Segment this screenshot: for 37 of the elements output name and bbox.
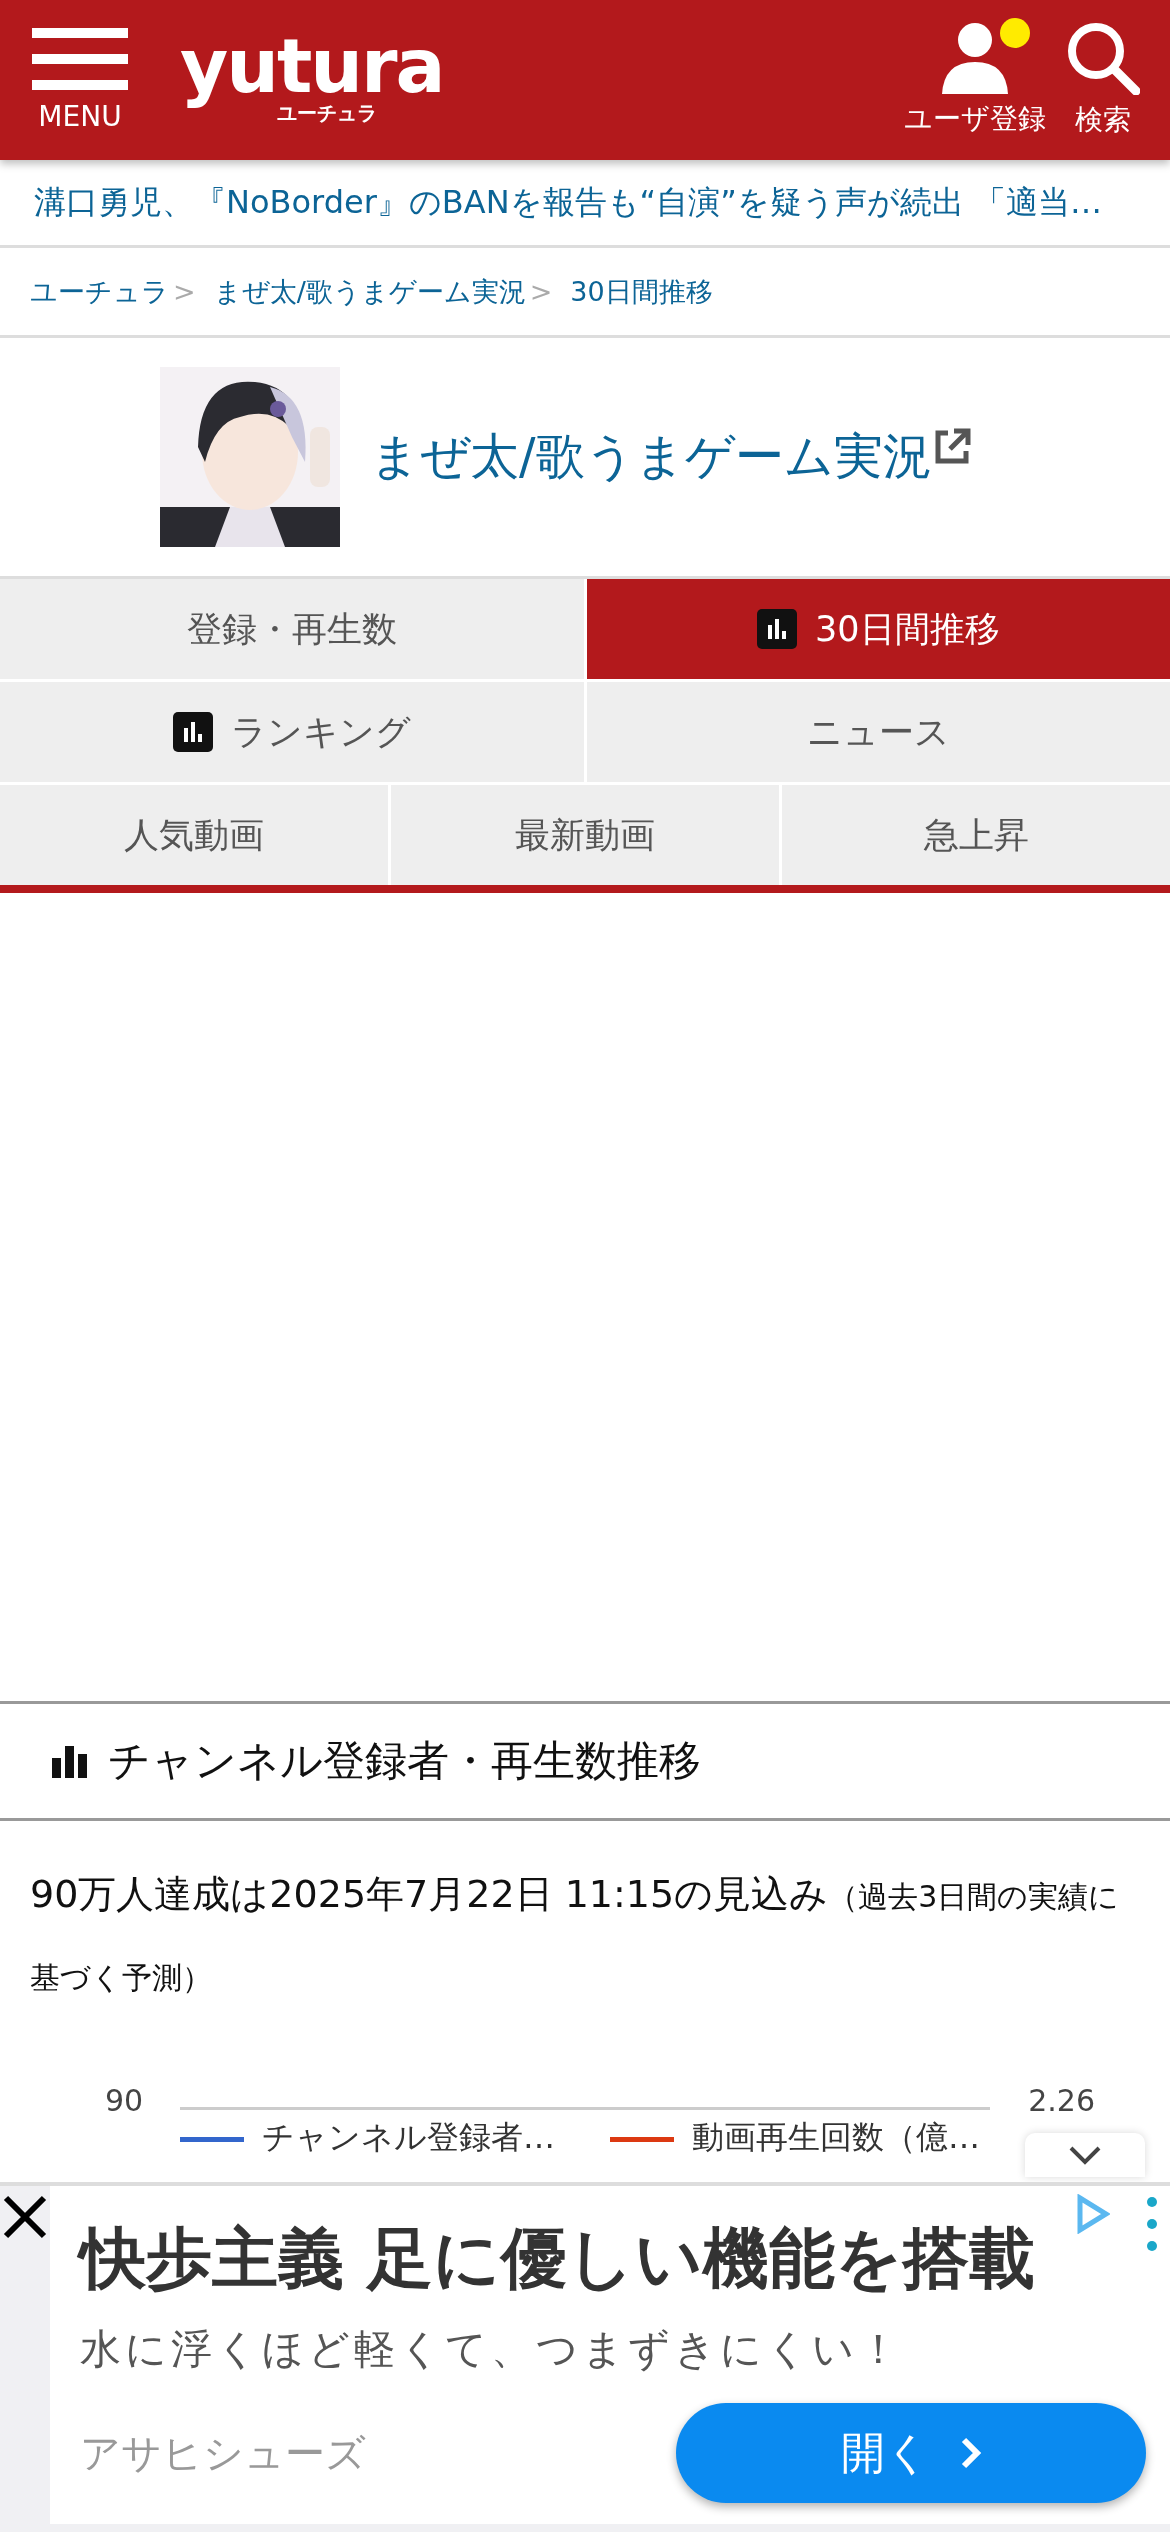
prediction-text: 90万人達成は2025年7月22日 11:15の見込み（過去3日間の実績に基づく予測）: [29, 1871, 1121, 1997]
ad-advertiser: アサヒシューズ: [80, 2428, 366, 2478]
menu-button[interactable]: MENU: [30, 27, 130, 133]
nav-tab[interactable]: 急上昇: [782, 785, 1170, 885]
nav-tab[interactable]: 30日間推移: [586, 579, 1170, 679]
bar-chart-icon: [52, 1744, 88, 1778]
nav-tab[interactable]: 登録・再生数: [0, 579, 584, 679]
user-register-button[interactable]: ユーザ登録: [894, 22, 1056, 138]
ad-card[interactable]: 快歩主義 足に優しい機能を搭載 水に浮くほど軽くて、つまずきにくい！ アサヒシューズ 開く: [50, 2186, 1170, 2524]
breadcrumb-separator: >: [173, 276, 196, 307]
collapse-button[interactable]: [1025, 2133, 1145, 2177]
breadcrumb-separator: >: [529, 276, 553, 307]
person-icon: [940, 22, 1010, 94]
search-icon: [1066, 21, 1140, 95]
axis-tick: 90: [105, 2083, 144, 2118]
chevron-right-icon: [959, 2436, 982, 2470]
breadcrumb-link[interactable]: 30日間推移: [570, 273, 713, 310]
news-ticker-link[interactable]: 溝口勇児、『NoBorder』のBANを報告も“自演”を疑う声が続出 「適当…: [34, 180, 1102, 225]
breadcrumb-link[interactable]: ユーチュラ: [30, 273, 169, 310]
legend-item: チャンネル登録者…: [180, 2116, 555, 2160]
open-button[interactable]: 開く: [676, 2403, 1146, 2503]
nav-tab[interactable]: ランキング: [0, 682, 584, 782]
site-logo[interactable]: yutura ユーチュラ: [180, 33, 444, 127]
nav-tab[interactable]: 最新動画: [391, 785, 779, 885]
chevron-down-icon: [1068, 2145, 1102, 2165]
ad-subline: 水に浮くほど軽くて、つまずきにくい！: [80, 2324, 904, 2375]
legend-item: 動画再生回数（億…: [610, 2116, 980, 2160]
search-button[interactable]: 検索: [1056, 21, 1150, 139]
channel-name-link[interactable]: まぜ太/歌うまゲーム実況: [370, 424, 932, 490]
breadcrumb-link[interactable]: まぜ太/歌うまゲーム実況: [213, 273, 526, 310]
menu-icon: [32, 27, 128, 90]
section-title: チャンネル登録者・再生数推移: [108, 1735, 701, 1787]
nav-tab[interactable]: ニュース: [586, 682, 1170, 782]
axis-tick: 2.26: [1028, 2083, 1095, 2118]
more-icon[interactable]: [1146, 2196, 1158, 2252]
nav-tab[interactable]: 人気動画: [0, 785, 388, 885]
close-icon[interactable]: [2, 2194, 48, 2240]
